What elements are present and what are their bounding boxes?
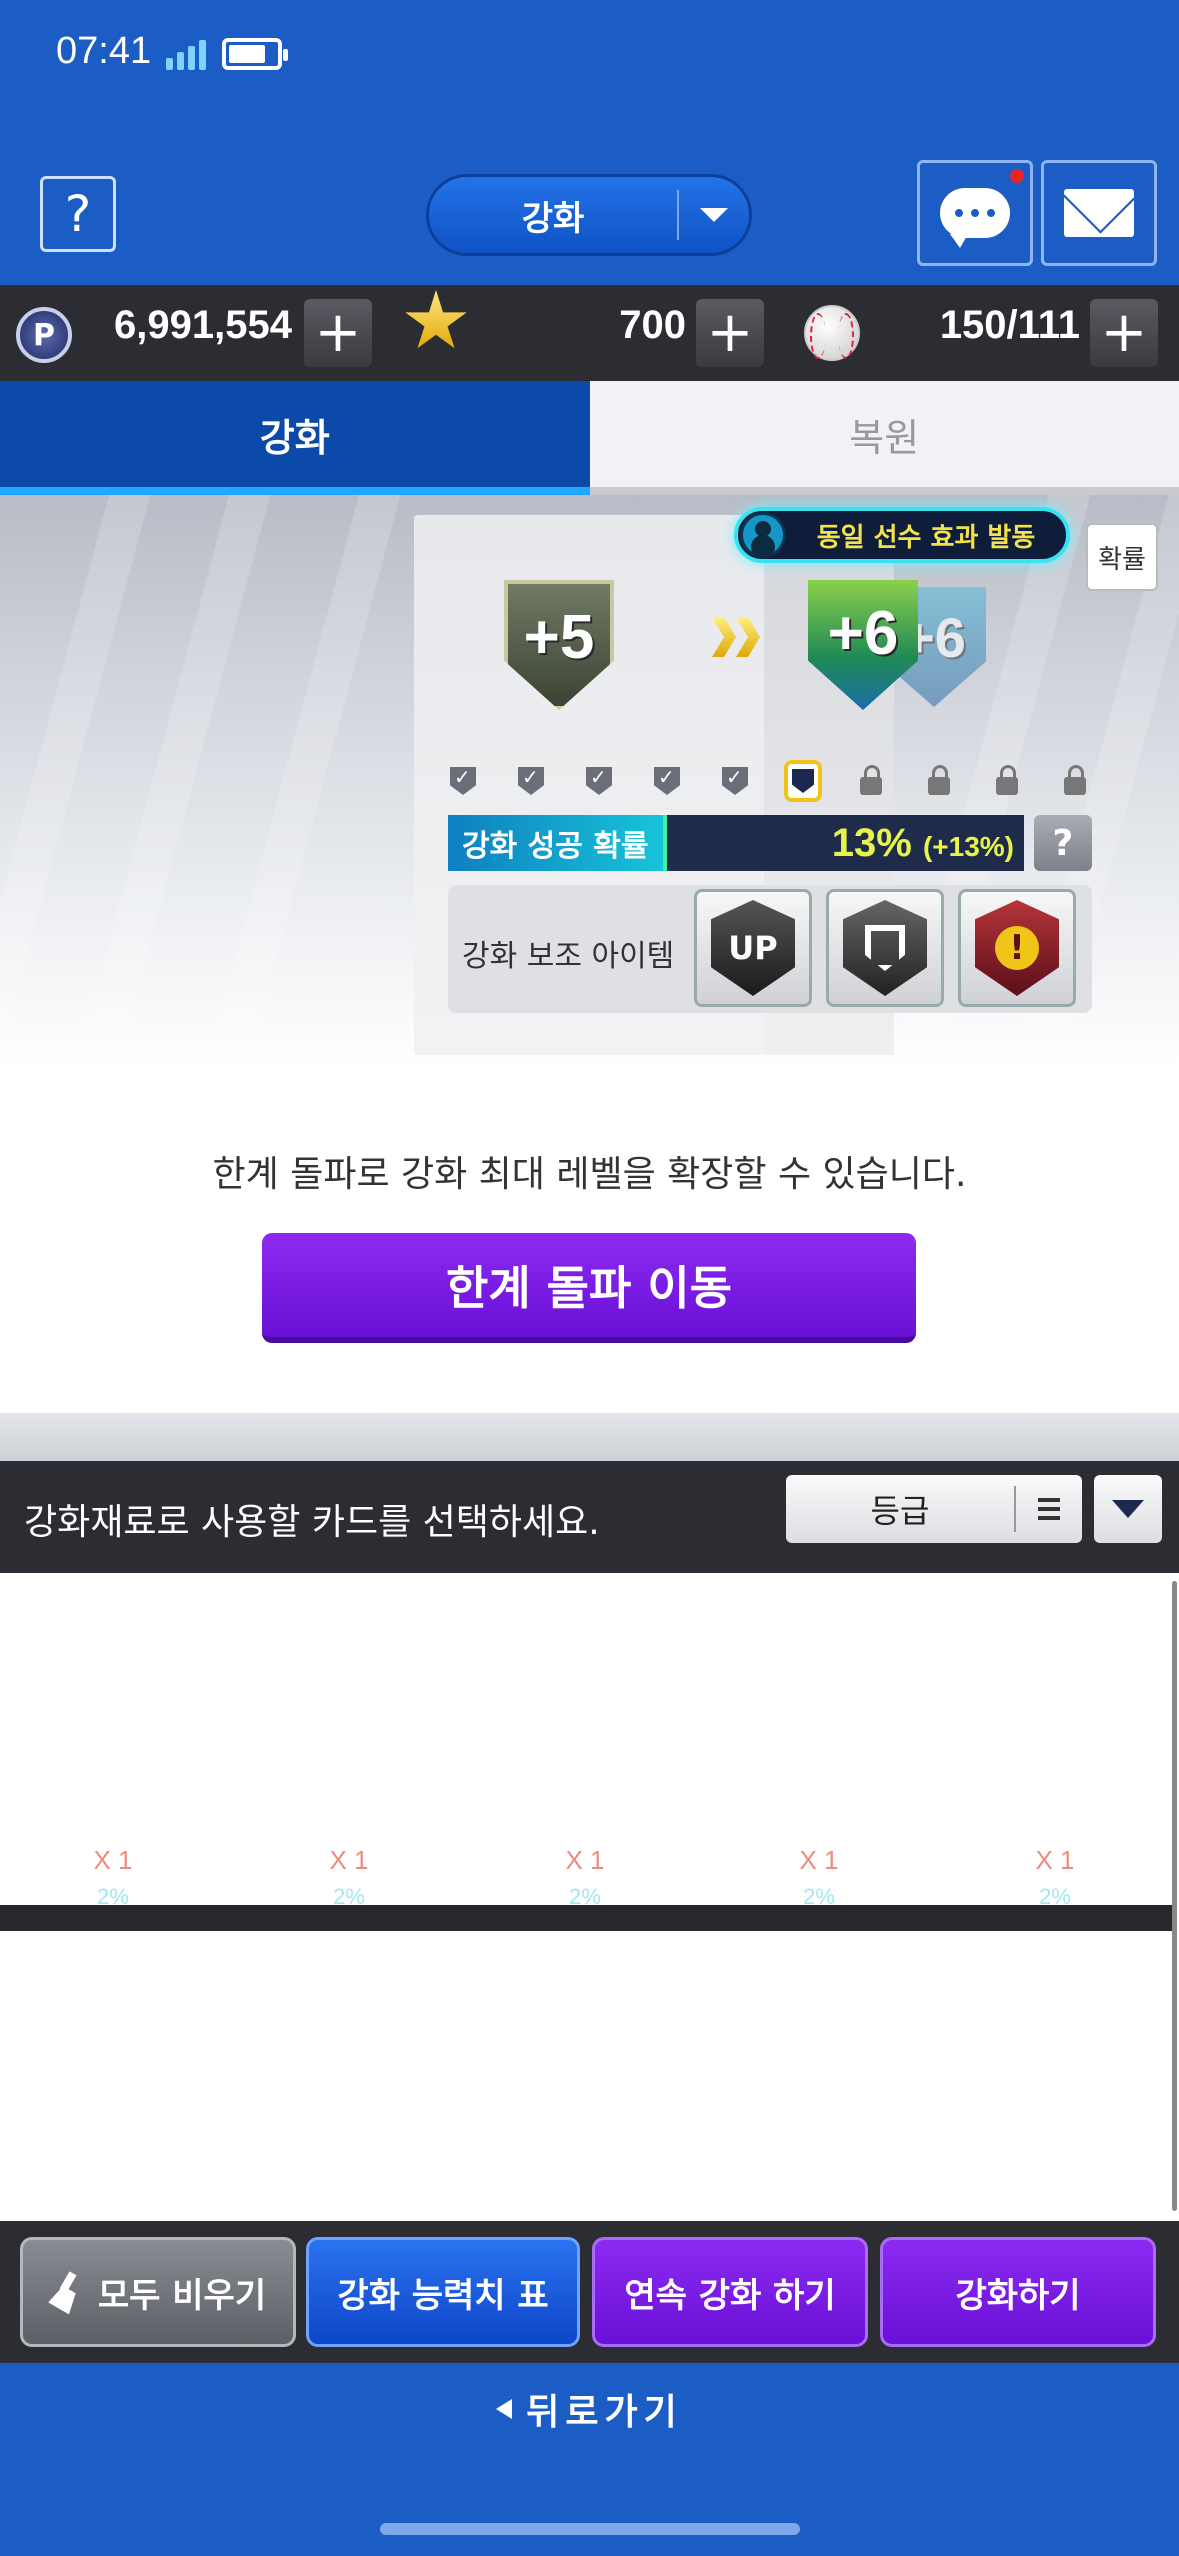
player-icon [740, 512, 786, 558]
same-player-effect-label: 동일 선수 효과 발동 [816, 522, 1036, 553]
points-coin-icon: P [16, 307, 72, 363]
double-chevron-right-icon [712, 617, 760, 661]
level-slot-current [784, 760, 822, 802]
success-rate-bar: 강화 성공 확률 13% (+13%) [448, 815, 1024, 871]
tab-upgrade[interactable]: 강화 [0, 381, 590, 495]
chat-icon [940, 188, 1010, 248]
same-player-effect-badge: 동일 선수 효과 발동 [734, 507, 1070, 563]
success-rate-help-button[interactable]: ? [1034, 815, 1092, 871]
mode-dropdown-label: 강화 [521, 198, 585, 239]
material-quantity: X 1 [1035, 1845, 1075, 1875]
add-points-button[interactable]: + [304, 299, 372, 367]
material-percent: 2% [333, 1884, 365, 1909]
broom-icon [50, 2272, 84, 2312]
material-quantity: X 1 [329, 1845, 369, 1875]
level-slot-completed [444, 761, 482, 801]
upgrade-button[interactable]: 강화하기 [880, 2237, 1156, 2347]
mode-dropdown[interactable]: 강화 [426, 174, 752, 256]
guard-shield-icon [843, 900, 927, 996]
action-bar: 모두 비우기 강화 능력치 표 연속 강화 하기 강화하기 [0, 2221, 1179, 2363]
lock-icon [852, 761, 890, 801]
continuous-upgrade-button[interactable]: 연속 강화 하기 [592, 2237, 868, 2347]
back-arrow-icon [496, 2399, 513, 2419]
limit-break-button[interactable]: 한계 돌파 이동 [262, 1233, 916, 1343]
assist-item-guard[interactable] [826, 889, 944, 1007]
material-percent: 2% [803, 1884, 835, 1909]
assist-item-up[interactable]: UP [694, 889, 812, 1007]
back-button[interactable]: 뒤로가기 [0, 2383, 1179, 2435]
baseball-icon [804, 305, 860, 361]
probability-button[interactable]: 확률 [1086, 523, 1158, 591]
status-time: 07:41 [56, 30, 152, 72]
add-balls-button[interactable]: + [1090, 299, 1158, 367]
material-percent: 2% [569, 1884, 601, 1909]
level-slot-completed [716, 761, 754, 801]
material-card[interactable]: X 1 2% [744, 1845, 894, 1910]
level-slot-completed [648, 761, 686, 801]
triangle-down-icon [1112, 1500, 1144, 1518]
mail-button[interactable] [1041, 160, 1157, 266]
level-slot-completed [580, 761, 618, 801]
upgrade-panel: 동일 선수 효과 발동 확률 +5 +6 +6 강화 성공 확률 13% (+1… [0, 495, 1179, 1065]
sort-order-button[interactable] [1094, 1475, 1162, 1543]
lock-icon [1056, 761, 1094, 801]
level-slot-completed [512, 761, 550, 801]
material-quantity: X 1 [93, 1845, 133, 1875]
success-rate-value: 13% (+13%) [831, 821, 1014, 865]
sort-label: 등급 [870, 1492, 930, 1530]
material-card[interactable]: X 1 2% [274, 1845, 424, 1910]
section-divider [0, 1413, 1179, 1461]
tab-bar: 강화 복원 [0, 381, 1179, 495]
material-card[interactable]: X 1 2% [980, 1845, 1130, 1910]
sort-dropdown[interactable]: 등급 [786, 1475, 1082, 1543]
tab-restore[interactable]: 복원 [589, 381, 1179, 495]
material-percent: 2% [97, 1884, 129, 1909]
top-header: 07:41 ? 강화 [0, 0, 1179, 285]
warning-badge-icon: ! [975, 900, 1059, 996]
assist-items-label: 강화 보조 아이템 [462, 939, 675, 974]
battery-icon [222, 38, 288, 70]
help-button[interactable]: ? [40, 176, 116, 252]
lock-icon [988, 761, 1026, 801]
material-instruction: 강화재료로 사용할 카드를 선택하세요. [24, 1502, 600, 1543]
material-quantity: X 1 [799, 1845, 839, 1875]
assist-items-row: 강화 보조 아이템 UP ! [448, 885, 1092, 1013]
success-rate-label: 강화 성공 확률 [462, 829, 649, 864]
add-stars-button[interactable]: + [696, 299, 764, 367]
limit-break-description: 한계 돌파로 강화 최대 레벨을 확장할 수 있습니다. [212, 1154, 967, 1195]
back-label: 뒤로가기 [526, 2392, 683, 2433]
material-card[interactable]: X 1 2% [38, 1845, 188, 1910]
notification-dot [1010, 169, 1024, 183]
stars-value: 700 [619, 303, 686, 347]
back-area: 뒤로가기 [0, 2363, 1179, 2556]
balls-value: 150/111 [939, 303, 1080, 347]
home-indicator[interactable] [380, 2523, 800, 2535]
material-scrollbar[interactable] [1172, 1581, 1177, 2211]
clear-all-label: 모두 비우기 [97, 2275, 267, 2316]
material-card-grid: X 1 2% X 1 2% X 1 2% X 1 2% X 1 2% [0, 1573, 1179, 2221]
material-percent: 2% [1039, 1884, 1071, 1909]
currency-bar: P 6,991,554 + 700 + 150/111 + [0, 285, 1179, 381]
material-header: 강화재료로 사용할 카드를 선택하세요. 등급 [0, 1461, 1179, 1573]
material-card[interactable]: X 1 2% [510, 1845, 660, 1910]
up-badge-icon: UP [711, 900, 795, 996]
mail-icon [1064, 189, 1134, 237]
assist-item-warning[interactable]: ! [958, 889, 1076, 1007]
chevron-down-icon [679, 208, 749, 222]
clear-all-button[interactable]: 모두 비우기 [20, 2237, 296, 2347]
limit-break-section: 한계 돌파로 강화 최대 레벨을 확장할 수 있습니다. 한계 돌파 이동 [0, 1065, 1179, 1413]
points-value: 6,991,554 [114, 303, 292, 347]
signal-icon [166, 38, 210, 70]
level-slots [444, 757, 1094, 805]
material-quantity: X 1 [565, 1845, 605, 1875]
lock-icon [920, 761, 958, 801]
menu-icon [1016, 1498, 1082, 1520]
stat-table-button[interactable]: 강화 능력치 표 [306, 2237, 580, 2347]
chat-button[interactable] [917, 160, 1033, 266]
